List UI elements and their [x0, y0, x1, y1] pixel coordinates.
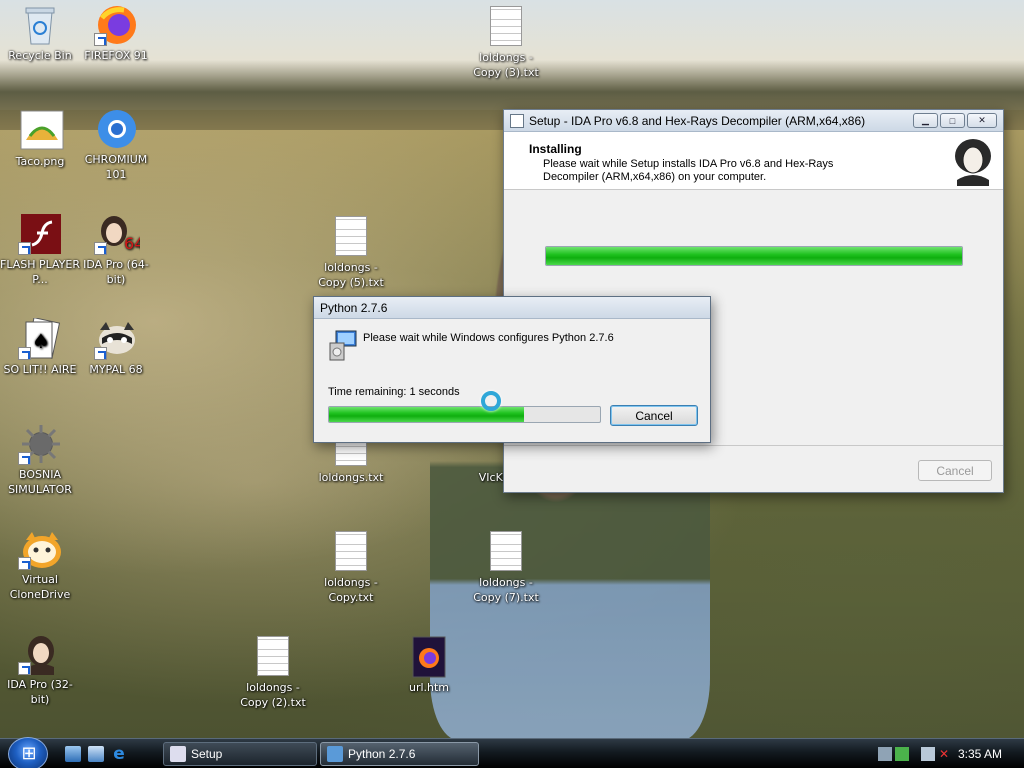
desktop-icon-flash-player[interactable]: FLASH PLAYER P... — [0, 213, 80, 287]
desktop-icon-bosnia-simulator[interactable]: BOSNIA SIMULATOR — [0, 423, 80, 497]
desktop-icon-ida-pro-64[interactable]: 64 IDA Pro (64-bit) — [76, 213, 156, 287]
svg-text:64: 64 — [124, 234, 140, 253]
close-icon: ✕ — [978, 115, 986, 125]
python-window[interactable]: Python 2.7.6 Please wait while Windows c… — [313, 296, 711, 443]
recycle-bin-icon — [20, 4, 60, 45]
python-time-remaining: Time remaining: 1 seconds — [328, 386, 460, 398]
desktop-icon-chromium[interactable]: CHROMIUM 101 — [76, 108, 156, 182]
taskbar-task-label: Setup — [191, 747, 223, 761]
desktop-icon-loldongs-copy-3[interactable]: loldongs - Copy (3).txt — [466, 6, 546, 80]
ida-pro-icon — [18, 633, 60, 675]
desktop-icon-virtual-clonedrive[interactable]: Virtual CloneDrive — [0, 528, 80, 602]
setup-header: Installing Please wait while Setup insta… — [504, 132, 1003, 190]
python-task-icon — [327, 746, 343, 762]
desktop-icon-loldongs-copy[interactable]: loldongs - Copy.txt — [311, 531, 391, 605]
python-message: Please wait while Windows configures Pyt… — [363, 332, 614, 344]
installer-computer-icon — [328, 329, 358, 361]
desktop-icon-loldongs-copy-5[interactable]: loldongs - Copy (5).txt — [311, 216, 391, 290]
bosnia-simulator-icon — [18, 423, 60, 465]
taskbar-task-python[interactable]: Python 2.7.6 — [320, 742, 479, 766]
python-title: Python 2.7.6 — [320, 300, 388, 315]
desktop-icon-loldongs-copy-2[interactable]: loldongs - Copy (2).txt — [233, 636, 313, 710]
text-file-icon — [253, 636, 293, 676]
shortcut-arrow-icon — [18, 557, 31, 570]
desktop-icon-loldongs-copy-7[interactable]: loldongs - Copy (7).txt — [466, 531, 546, 605]
tray-connection-icon[interactable] — [921, 747, 935, 761]
setup-divider — [504, 445, 1003, 446]
setup-task-icon — [170, 746, 186, 762]
tray-app-icon[interactable] — [895, 747, 909, 761]
minimize-icon: ▁ — [922, 115, 929, 125]
shortcut-arrow-icon — [94, 33, 107, 46]
taskbar-clock[interactable]: 3:35 AM — [958, 747, 1002, 761]
tray-volume-muted-icon[interactable]: ✕ — [939, 747, 953, 761]
shortcut-arrow-icon — [18, 452, 31, 465]
ida-pro-icon: 64 — [94, 213, 144, 255]
setup-heading: Installing — [529, 142, 582, 156]
taskbar: e Setup Python 2.7.6 ✕ 3:35 AM — [0, 737, 1024, 768]
desktop-icon-taco[interactable]: Taco.png — [0, 110, 80, 169]
text-file-icon — [486, 531, 526, 571]
text-file-icon — [331, 531, 371, 571]
svg-text:♠: ♠ — [32, 329, 50, 353]
desktop-icon-solitaire[interactable]: ♠ SO LIT!! AIRE — [0, 317, 80, 377]
text-file-icon — [331, 216, 371, 256]
setup-app-icon — [510, 113, 524, 128]
python-cancel-button[interactable]: Cancel — [610, 405, 698, 426]
maximize-icon: □ — [949, 115, 956, 126]
python-progress-bar — [328, 406, 601, 423]
firefox-icon — [94, 4, 136, 46]
setup-progress-fill — [546, 247, 962, 265]
virtual-clonedrive-icon — [18, 528, 61, 570]
setup-titlebar[interactable]: Setup - IDA Pro v6.8 and Hex-Rays Decomp… — [504, 110, 1003, 132]
internet-explorer-icon[interactable]: e — [111, 746, 127, 763]
python-titlebar[interactable]: Python 2.7.6 — [314, 297, 710, 319]
minimize-button[interactable]: ▁ — [913, 113, 938, 128]
ida-portrait-icon — [947, 136, 999, 186]
shortcut-arrow-icon — [18, 662, 31, 675]
taskbar-task-label: Python 2.7.6 — [348, 747, 416, 761]
tray-network-icon[interactable] — [878, 747, 892, 761]
taskbar-task-setup[interactable]: Setup — [163, 742, 317, 766]
switch-windows-icon[interactable] — [88, 746, 104, 762]
maximize-button[interactable]: □ — [940, 113, 965, 128]
taco-image-icon — [20, 110, 64, 150]
flash-player-icon — [18, 213, 61, 255]
shortcut-arrow-icon — [18, 347, 31, 360]
desktop-icon-firefox[interactable]: FIREFOX 91 — [76, 4, 156, 63]
busy-cursor-icon — [481, 391, 501, 411]
solitaire-icon: ♠ — [18, 317, 61, 360]
shortcut-arrow-icon — [94, 347, 107, 360]
close-button[interactable]: ✕ — [967, 113, 997, 128]
show-desktop-icon[interactable] — [65, 746, 81, 762]
shortcut-arrow-icon — [94, 242, 107, 255]
firefox-html-icon — [409, 636, 449, 678]
desktop-icon-mypal[interactable]: MYPAL 68 — [76, 318, 156, 377]
desktop-icon-ida-pro-32[interactable]: IDA Pro (32-bit) — [0, 633, 80, 707]
setup-cancel-button[interactable]: Cancel — [918, 460, 992, 481]
desktop-icon-url-htm[interactable]: url.htm — [389, 636, 469, 695]
mypal-icon — [94, 318, 136, 360]
start-button[interactable] — [8, 737, 49, 768]
setup-description: Please wait while Setup installs IDA Pro… — [543, 158, 834, 183]
setup-progress-bar — [545, 246, 963, 266]
setup-title: Setup - IDA Pro v6.8 and Hex-Rays Decomp… — [529, 113, 866, 128]
desktop-icon-recycle-bin[interactable]: Recycle Bin — [0, 4, 80, 63]
chromium-icon — [96, 108, 136, 148]
python-body: Please wait while Windows configures Pyt… — [314, 319, 710, 442]
text-file-icon — [486, 6, 526, 46]
shortcut-arrow-icon — [18, 242, 31, 255]
